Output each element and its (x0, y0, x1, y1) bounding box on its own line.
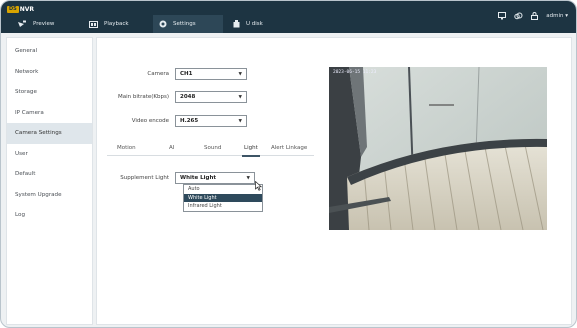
encode-value: H.265 (180, 118, 199, 124)
tab-udisk-label: U disk (246, 21, 263, 27)
sidebar-item-label: Log (15, 212, 25, 219)
settings-subtabs: Motion AI Sound Light Alert Linkage (107, 142, 314, 157)
chevron-down-icon: ▼ (238, 71, 242, 77)
tab-preview[interactable]: Preview (11, 15, 81, 33)
sidebar-item-default[interactable]: Default (7, 164, 92, 185)
supplement-light-value: White Light (180, 175, 217, 181)
camera-select[interactable]: CH1 ▼ (175, 68, 247, 80)
preview-timestamp: 2023-06-15 11:23 (333, 70, 377, 75)
logo-text: NVR (19, 5, 35, 13)
main-tabs: Preview Playback Settings U disk (1, 15, 301, 33)
encode-select[interactable]: H.265 ▼ (175, 115, 247, 127)
sidebar-item-label: Default (15, 171, 36, 178)
sidebar-item-label: General (15, 48, 38, 55)
tab-playback-label: Playback (104, 21, 129, 27)
logo-badge: DS (7, 5, 19, 13)
top-right-controls: admin ▾ (498, 10, 568, 22)
bitrate-label: Main bitrate(Kbps) (118, 94, 169, 100)
chevron-down-icon: ▼ (238, 94, 242, 100)
subtab-sound[interactable]: Sound (204, 145, 221, 151)
supplement-light-dropdown: Auto White Light Infrared Light (183, 184, 263, 212)
sidebar-item-label: Storage (15, 89, 37, 96)
user-menu[interactable]: admin ▾ (546, 13, 568, 19)
sidebar-item-general[interactable]: General (7, 41, 92, 62)
app-window: DS NVR Preview Playback Settings U disk … (0, 0, 577, 328)
encode-label: Video encode (131, 118, 169, 124)
camera-row: Camera CH1 ▼ (97, 68, 247, 80)
tab-settings-label: Settings (173, 21, 196, 27)
camera-value: CH1 (180, 71, 193, 77)
tab-playback[interactable]: Playback (83, 15, 143, 33)
sidebar-item-label: System Upgrade (15, 191, 62, 198)
supplement-light-row: Supplement Light White Light ▼ (97, 172, 255, 184)
subtab-light[interactable]: Light (242, 145, 260, 157)
sidebar-item-system-upgrade[interactable]: System Upgrade (7, 185, 92, 206)
camera-icon (17, 20, 27, 28)
top-navigation-bar: DS NVR Preview Playback Settings U disk … (1, 1, 576, 33)
dropdown-option-auto[interactable]: Auto (184, 185, 262, 194)
bitrate-select[interactable]: 2048 ▼ (175, 91, 247, 103)
lock-icon[interactable] (531, 12, 539, 20)
subtab-motion[interactable]: Motion (117, 145, 136, 151)
tab-preview-label: Preview (33, 21, 55, 27)
encode-row: Video encode H.265 ▼ (97, 115, 247, 127)
chevron-down-icon: ▼ (238, 118, 242, 124)
chevron-down-icon: ▾ (565, 13, 568, 19)
mouse-cursor-icon (255, 176, 263, 195)
tab-settings[interactable]: Settings (153, 15, 223, 33)
sidebar-item-camera-settings[interactable]: Camera Settings (7, 123, 92, 144)
dropdown-option-white-light[interactable]: White Light (184, 193, 262, 202)
dropdown-option-infrared-light[interactable]: Infrared Light (184, 202, 262, 211)
sidebar-item-user[interactable]: User (7, 144, 92, 165)
monitor-icon[interactable] (498, 12, 507, 20)
usb-disk-icon (233, 20, 240, 28)
sidebar-item-storage[interactable]: Storage (7, 82, 92, 103)
cloud-icon[interactable] (514, 12, 523, 20)
sidebar-item-network[interactable]: Network (7, 62, 92, 83)
chevron-down-icon: ▼ (246, 175, 250, 181)
gear-icon (159, 20, 167, 28)
supplement-light-select[interactable]: White Light ▼ (175, 172, 255, 184)
preview-image (329, 67, 547, 230)
app-logo: DS NVR (7, 4, 34, 14)
bitrate-value: 2048 (180, 94, 196, 100)
camera-label: Camera (147, 71, 169, 77)
playback-icon (89, 20, 98, 28)
sidebar-item-label: User (15, 150, 28, 157)
sidebar-item-label: IP Camera (15, 109, 44, 116)
sidebar-item-ip-camera[interactable]: IP Camera (7, 103, 92, 124)
sidebar-item-log[interactable]: Log (7, 205, 92, 226)
bitrate-row: Main bitrate(Kbps) 2048 ▼ (97, 91, 247, 103)
supplement-light-label: Supplement Light (120, 175, 169, 181)
sidebar-item-label: Camera Settings (15, 130, 62, 137)
tab-udisk[interactable]: U disk (227, 15, 287, 33)
user-name: admin (546, 13, 564, 19)
subtab-alert-linkage[interactable]: Alert Linkage (271, 145, 307, 151)
settings-sidebar: General Network Storage IP Camera Camera… (6, 37, 93, 325)
camera-preview: 2023-06-15 11:23 (329, 67, 547, 230)
sidebar-item-label: Network (15, 68, 39, 75)
subtab-ai[interactable]: AI (169, 145, 174, 151)
camera-settings-panel: Camera CH1 ▼ Main bitrate(Kbps) 2048 ▼ V… (96, 37, 572, 325)
